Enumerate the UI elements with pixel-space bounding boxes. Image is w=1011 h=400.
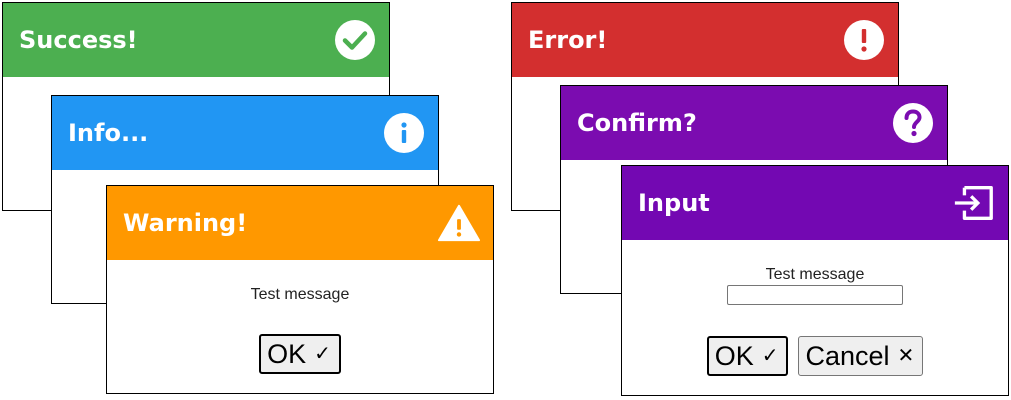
- cancel-button[interactable]: Cancel ✕: [798, 336, 924, 376]
- cancel-button-label: Cancel: [805, 340, 890, 371]
- input-dialog-header: Input: [622, 166, 1008, 240]
- checkmark-icon: ✓: [314, 343, 331, 365]
- text-input-field[interactable]: [727, 285, 903, 305]
- dialog-title: Info...: [68, 119, 149, 147]
- ok-button[interactable]: OK ✓: [706, 336, 789, 376]
- dialog-title: Input: [638, 189, 710, 217]
- ok-button[interactable]: OK ✓: [259, 334, 341, 374]
- exclamation-circle-icon: [842, 18, 886, 62]
- question-circle-icon: [891, 101, 935, 145]
- check-circle-icon: [333, 18, 377, 62]
- ok-button-label: OK: [714, 340, 754, 371]
- dialog-buttons: OK ✓: [107, 334, 493, 374]
- dialog-title: Error!: [528, 26, 608, 54]
- ok-button-label: OK: [267, 338, 307, 369]
- error-dialog-header: Error!: [512, 3, 898, 77]
- success-dialog-header: Success!: [3, 3, 389, 77]
- dialog-buttons: OK ✓ Cancel ✕: [622, 336, 1008, 376]
- dialog-body: Test message OK ✓: [107, 260, 493, 393]
- dialog-title: Confirm?: [577, 109, 697, 137]
- dialog-message: Test message: [765, 266, 865, 283]
- warning-dialog-header: Warning!: [107, 186, 493, 260]
- dialog-title: Success!: [19, 26, 138, 54]
- confirm-dialog-header: Confirm?: [561, 86, 947, 160]
- dialog-message: Test message: [250, 286, 350, 303]
- sign-in-icon: [952, 181, 996, 225]
- dialog-body: Test message OK ✓ Cancel ✕: [622, 240, 1008, 395]
- checkmark-icon: ✓: [761, 345, 779, 367]
- close-icon: ✕: [897, 345, 915, 367]
- input-dialog: Input Test message OK ✓ Cancel ✕: [621, 165, 1009, 396]
- info-dialog-header: Info...: [52, 96, 438, 170]
- warning-triangle-icon: [437, 201, 481, 245]
- warning-dialog: Warning! Test message OK ✓: [106, 185, 494, 394]
- info-circle-icon: [382, 111, 426, 155]
- dialog-title: Warning!: [123, 209, 248, 237]
